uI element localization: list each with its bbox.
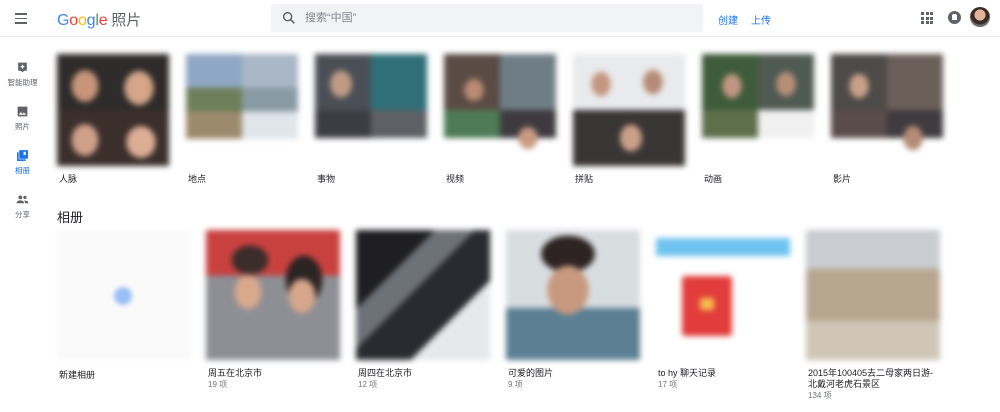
album-count: 19 项	[208, 380, 228, 389]
category-label: 动画	[704, 174, 723, 184]
category-thumbnail	[57, 54, 169, 166]
avatar[interactable]	[970, 7, 990, 27]
sidebar-item-albums[interactable]: 相册	[0, 147, 45, 187]
album-name: 周四在北京市	[358, 368, 413, 378]
new-album-label: 新建相册	[59, 370, 96, 380]
category-thumbnail	[444, 54, 556, 166]
albums-section-title: 相册	[57, 210, 84, 225]
albums-icon	[17, 150, 28, 161]
people-icon	[16, 195, 29, 204]
category-videos[interactable]: 视频	[444, 54, 556, 184]
add-icon	[114, 287, 132, 305]
sidebar-item-label: 相册	[15, 166, 30, 175]
create-button[interactable]: 创建	[718, 12, 738, 27]
photo-icon	[17, 106, 28, 117]
album-name: 可爱的图片	[508, 368, 554, 378]
album-name: 2015年100405去二母家两日游-北戴河老虎石景区	[808, 368, 934, 389]
category-thumbnail	[573, 54, 685, 166]
album-card[interactable]: 可爱的图片 9 项	[506, 230, 640, 400]
sidebar-item-label: 智能助理	[7, 78, 38, 87]
sidebar-item-assistant[interactable]: 智能助理	[0, 59, 45, 99]
category-thumbnail	[702, 54, 814, 166]
category-things[interactable]: 事物	[315, 54, 427, 184]
sidebar-item-label: 照片	[15, 122, 30, 131]
new-album-button[interactable]: 新建相册	[57, 230, 191, 380]
upload-button[interactable]: 上传	[751, 12, 771, 27]
album-cover	[806, 230, 940, 360]
menu-icon[interactable]	[12, 8, 32, 28]
album-card[interactable]: 周五在北京市 19 项	[206, 230, 340, 400]
category-animations[interactable]: 动画	[702, 54, 814, 184]
category-label: 拼贴	[575, 174, 594, 184]
category-label: 事物	[317, 174, 336, 184]
category-thumbnail	[186, 54, 298, 166]
category-movies[interactable]: 影片	[831, 54, 943, 184]
category-thumbnail	[831, 54, 943, 166]
top-bar: Google照片 创建 上传	[0, 0, 1000, 37]
album-card[interactable]: 2015年100405去二母家两日游-北戴河老虎石景区 134 项	[806, 230, 940, 400]
category-label: 影片	[833, 174, 852, 184]
sidebar-item-photos[interactable]: 照片	[0, 103, 45, 143]
album-card[interactable]: to hy 聊天记录 17 项	[656, 230, 790, 400]
category-people[interactable]: 人脉	[57, 54, 169, 184]
album-count: 134 项	[808, 391, 832, 400]
app-name: 照片	[111, 12, 142, 29]
search-input[interactable]	[305, 8, 685, 28]
category-thumbnail	[315, 54, 427, 166]
category-places[interactable]: 地点	[186, 54, 298, 184]
album-cover	[206, 230, 340, 360]
album-count: 17 项	[658, 380, 678, 389]
album-cover	[356, 230, 490, 360]
album-name: to hy 聊天记录	[658, 368, 717, 378]
sidebar-item-label: 分享	[15, 210, 30, 219]
album-cover	[656, 230, 790, 360]
notifications-icon[interactable]	[948, 11, 961, 24]
album-count: 9 项	[508, 380, 523, 389]
search-bar[interactable]	[271, 4, 703, 32]
album-name: 周五在北京市	[208, 368, 263, 378]
assistant-icon	[18, 62, 27, 73]
app-logo[interactable]: Google 照片	[57, 9, 141, 30]
sidebar: 智能助理 照片 相册 分享	[0, 37, 45, 412]
sidebar-item-sharing[interactable]: 分享	[0, 191, 45, 231]
album-count: 12 项	[358, 380, 378, 389]
category-label: 人脉	[59, 174, 78, 184]
album-cover	[506, 230, 640, 360]
album-card[interactable]: 周四在北京市 12 项	[356, 230, 490, 400]
category-collages[interactable]: 拼贴	[573, 54, 685, 184]
search-icon	[282, 11, 295, 24]
category-label: 地点	[188, 174, 207, 184]
apps-grid-icon[interactable]	[921, 12, 933, 24]
category-label: 视频	[446, 174, 465, 184]
